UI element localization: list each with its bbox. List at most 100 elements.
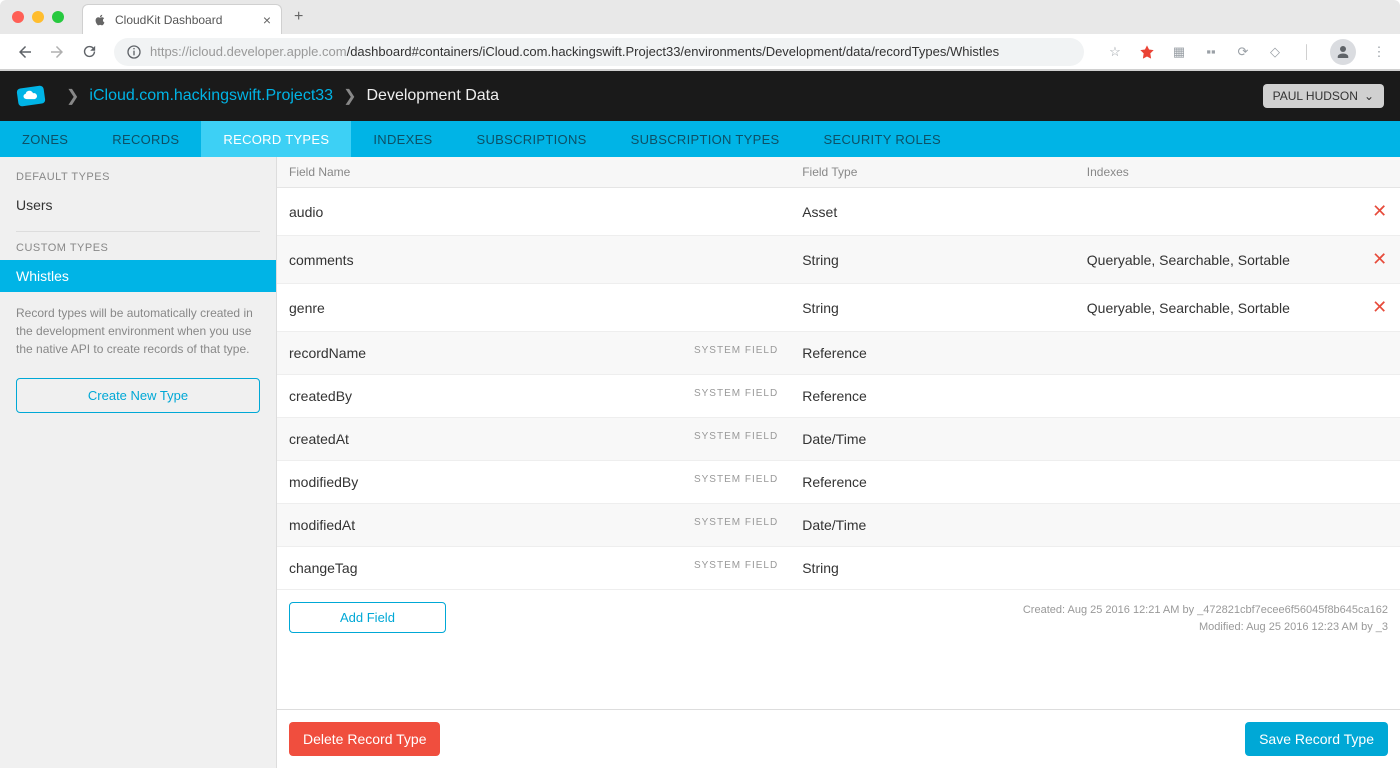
url-field[interactable]: https://icloud.developer.apple.com/dashb… bbox=[114, 38, 1084, 66]
table-row[interactable]: modifiedBySYSTEM FIELDReference bbox=[277, 461, 1400, 504]
forward-icon[interactable] bbox=[44, 39, 70, 65]
breadcrumb-container-link[interactable]: iCloud.com.hackingswift.Project33 bbox=[89, 87, 333, 105]
delete-field-icon[interactable]: ✕ bbox=[1372, 297, 1387, 317]
user-menu[interactable]: PAUL HUDSON ⌄ bbox=[1263, 84, 1384, 108]
field-indexes-cell bbox=[1075, 418, 1360, 461]
fields-table: Field Name Field Type Indexes audioAsset… bbox=[277, 157, 1400, 590]
field-action-cell bbox=[1359, 504, 1400, 547]
window-controls bbox=[12, 11, 64, 23]
delete-record-type-button[interactable]: Delete Record Type bbox=[289, 722, 440, 756]
url-text: https://icloud.developer.apple.com/dashb… bbox=[150, 44, 999, 59]
save-record-type-button[interactable]: Save Record Type bbox=[1245, 722, 1388, 756]
system-field-badge: SYSTEM FIELD bbox=[694, 517, 778, 528]
nav-tab-security-roles[interactable]: SECURITY ROLES bbox=[802, 121, 963, 157]
field-type-cell: Reference bbox=[790, 375, 1075, 418]
footer: Delete Record Type Save Record Type bbox=[277, 709, 1400, 768]
user-name: PAUL HUDSON bbox=[1273, 89, 1358, 103]
field-indexes-cell bbox=[1075, 547, 1360, 590]
browser-chrome: CloudKit Dashboard × + https://icloud.de… bbox=[0, 0, 1400, 71]
field-indexes-cell bbox=[1075, 332, 1360, 375]
nav-tab-subscription-types[interactable]: SUBSCRIPTION TYPES bbox=[609, 121, 802, 157]
sidebar-help-text: Record types will be automatically creat… bbox=[0, 292, 276, 370]
window-close-icon[interactable] bbox=[12, 11, 24, 23]
stats-icon[interactable]: ▪▪ bbox=[1202, 43, 1220, 61]
field-name-cell: comments bbox=[277, 236, 790, 284]
field-type-cell: String bbox=[790, 547, 1075, 590]
sidebar-item-users[interactable]: Users bbox=[0, 189, 276, 221]
table-row[interactable]: recordNameSYSTEM FIELDReference bbox=[277, 332, 1400, 375]
window-minimize-icon[interactable] bbox=[32, 11, 44, 23]
new-tab-icon[interactable]: + bbox=[294, 8, 303, 26]
menu-icon[interactable]: ⋮ bbox=[1370, 43, 1388, 61]
create-new-type-button[interactable]: Create New Type bbox=[16, 378, 260, 413]
browser-tab[interactable]: CloudKit Dashboard × bbox=[82, 4, 282, 34]
cloudkit-logo-icon[interactable] bbox=[16, 81, 46, 111]
back-icon[interactable] bbox=[12, 39, 38, 65]
column-header-name: Field Name bbox=[277, 157, 790, 188]
chevron-right-icon: ❯ bbox=[66, 86, 79, 106]
field-type-cell: Reference bbox=[790, 461, 1075, 504]
system-field-badge: SYSTEM FIELD bbox=[694, 388, 778, 399]
table-row[interactable]: genreStringQueryable, Searchable, Sortab… bbox=[277, 284, 1400, 332]
meta-created: Created: Aug 25 2016 12:21 AM by _472821… bbox=[1023, 602, 1388, 619]
sidebar-divider bbox=[16, 231, 260, 232]
sidebar-default-header: DEFAULT TYPES bbox=[0, 171, 276, 189]
window-maximize-icon[interactable] bbox=[52, 11, 64, 23]
field-type-cell: String bbox=[790, 284, 1075, 332]
add-field-button[interactable]: Add Field bbox=[289, 602, 446, 633]
field-name-cell: modifiedAtSYSTEM FIELD bbox=[277, 504, 790, 547]
chevron-right-icon: ❯ bbox=[343, 86, 356, 106]
breadcrumb: ❯ iCloud.com.hackingswift.Project33 ❯ De… bbox=[66, 86, 499, 106]
record-meta: Created: Aug 25 2016 12:21 AM by _472821… bbox=[1023, 602, 1388, 635]
nav-tab-record-types[interactable]: RECORD TYPES bbox=[201, 121, 351, 157]
nav-tab-zones[interactable]: ZONES bbox=[0, 121, 90, 157]
table-row[interactable]: createdAtSYSTEM FIELDDate/Time bbox=[277, 418, 1400, 461]
system-field-badge: SYSTEM FIELD bbox=[694, 474, 778, 485]
table-row[interactable]: modifiedAtSYSTEM FIELDDate/Time bbox=[277, 504, 1400, 547]
column-header-type: Field Type bbox=[790, 157, 1075, 188]
field-name-cell: recordNameSYSTEM FIELD bbox=[277, 332, 790, 375]
star-icon[interactable]: ☆ bbox=[1106, 43, 1124, 61]
nav-tabs: ZONESRECORDSRECORD TYPESINDEXESSUBSCRIPT… bbox=[0, 121, 1400, 157]
field-indexes-cell: Queryable, Searchable, Sortable bbox=[1075, 236, 1360, 284]
sidebar-item-whistles[interactable]: Whistles bbox=[0, 260, 276, 292]
field-indexes-cell: Queryable, Searchable, Sortable bbox=[1075, 284, 1360, 332]
content-pane: Field Name Field Type Indexes audioAsset… bbox=[277, 157, 1400, 768]
sidebar: DEFAULT TYPES Users CUSTOM TYPES Whistle… bbox=[0, 157, 277, 768]
field-indexes-cell bbox=[1075, 504, 1360, 547]
system-field-badge: SYSTEM FIELD bbox=[694, 345, 778, 356]
delete-field-icon[interactable]: ✕ bbox=[1372, 249, 1387, 269]
reload-icon[interactable] bbox=[76, 39, 102, 65]
field-action-cell bbox=[1359, 547, 1400, 590]
table-row[interactable]: audioAsset ✕ bbox=[277, 188, 1400, 236]
table-row[interactable]: changeTagSYSTEM FIELDString bbox=[277, 547, 1400, 590]
browser-url-bar: https://icloud.developer.apple.com/dashb… bbox=[0, 34, 1400, 70]
field-action-cell: ✕ bbox=[1359, 284, 1400, 332]
field-indexes-cell bbox=[1075, 188, 1360, 236]
tag-icon[interactable]: ◇ bbox=[1266, 43, 1284, 61]
field-type-cell: String bbox=[790, 236, 1075, 284]
table-row[interactable]: commentsStringQueryable, Searchable, Sor… bbox=[277, 236, 1400, 284]
field-action-cell: ✕ bbox=[1359, 188, 1400, 236]
nav-tab-indexes[interactable]: INDEXES bbox=[351, 121, 454, 157]
nav-tab-records[interactable]: RECORDS bbox=[90, 121, 201, 157]
profile-icon[interactable] bbox=[1330, 39, 1356, 65]
adblock-icon[interactable] bbox=[1138, 43, 1156, 61]
sync-icon[interactable]: ⟳ bbox=[1234, 43, 1252, 61]
column-header-indexes: Indexes bbox=[1075, 157, 1360, 188]
browser-toolbar-icons: ☆ ▦ ▪▪ ⟳ ◇ │ ⋮ bbox=[1106, 39, 1388, 65]
column-header-action bbox=[1359, 157, 1400, 188]
table-row[interactable]: createdBySYSTEM FIELDReference bbox=[277, 375, 1400, 418]
delete-field-icon[interactable]: ✕ bbox=[1372, 201, 1387, 221]
chevron-down-icon: ⌄ bbox=[1364, 89, 1374, 103]
field-type-cell: Asset bbox=[790, 188, 1075, 236]
field-action-cell bbox=[1359, 332, 1400, 375]
field-name-cell: audio bbox=[277, 188, 790, 236]
field-type-cell: Date/Time bbox=[790, 504, 1075, 547]
tab-close-icon[interactable]: × bbox=[263, 12, 271, 28]
nav-tab-subscriptions[interactable]: SUBSCRIPTIONS bbox=[455, 121, 609, 157]
apple-icon bbox=[93, 13, 107, 27]
app-header: ❯ iCloud.com.hackingswift.Project33 ❯ De… bbox=[0, 71, 1400, 121]
extension-icon[interactable]: ▦ bbox=[1170, 43, 1188, 61]
field-action-cell bbox=[1359, 375, 1400, 418]
